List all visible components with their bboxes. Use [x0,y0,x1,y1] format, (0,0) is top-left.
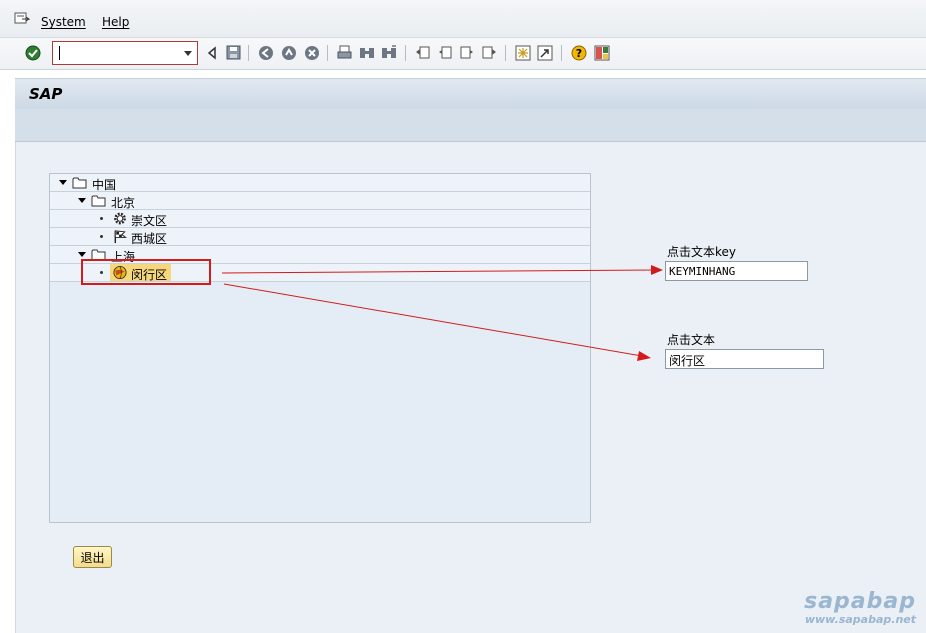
key-field[interactable]: KEYMINHANG [665,261,808,281]
tree-node-label: 中国 [92,178,117,192]
standard-toolbar: ? [0,38,926,70]
create-session-icon[interactable] [514,44,531,61]
expand-triangle-icon[interactable] [59,180,67,185]
back-arrow-icon[interactable] [203,44,220,61]
annotation-highlight-box [81,259,211,285]
menu-window-icon[interactable] [14,12,30,26]
menu-system[interactable]: System [41,15,86,29]
expand-triangle-icon[interactable] [78,252,86,257]
toolbar-separator [561,45,562,61]
screen-title-bar: SAP [15,78,926,109]
toolbar-separator [327,45,328,61]
back-icon[interactable] [257,44,274,61]
find-icon[interactable] [358,44,375,61]
toolbar-separator [505,45,506,61]
shortcut-icon[interactable] [536,44,553,61]
text-field-label: 点击文本 [667,333,716,347]
tree-node-label: 崇文区 [131,214,168,228]
leaf-bullet [100,235,103,238]
key-field-label: 点击文本key [667,245,737,259]
cancel-icon[interactable] [303,44,320,61]
svg-text:?: ? [575,47,581,60]
last-page-icon[interactable] [480,44,497,61]
gear-icon [114,212,126,225]
folder-icon [72,177,87,189]
chevron-down-icon[interactable] [184,51,192,56]
exit-button[interactable]: 退出 [73,546,112,568]
watermark: sapabap www.sapabap.net [804,590,916,626]
first-page-icon[interactable] [414,44,431,61]
tree-node-label: 北京 [111,196,136,210]
tree-node-chongwen[interactable]: 崇文区 [50,210,590,228]
menu-bar: System Help [0,0,926,38]
toolbar-separator [405,45,406,61]
folder-icon [91,195,106,207]
find-next-icon[interactable] [380,44,397,61]
tree-node-xicheng[interactable]: 西城区 [50,228,590,246]
print-icon[interactable] [336,44,353,61]
expand-triangle-icon[interactable] [78,198,86,203]
leaf-bullet [100,217,103,220]
layout-icon[interactable] [593,44,610,61]
help-icon[interactable]: ? [570,44,587,61]
command-field-caret [59,46,60,60]
previous-page-icon[interactable] [436,44,453,61]
menu-help[interactable]: Help [102,15,129,29]
tree-node-china[interactable]: 中国 [50,174,590,192]
page-title: SAP [29,85,63,103]
toolbar-separator [248,45,249,61]
tree-control[interactable]: 中国 北京 崇文区 西城区 上海 闵行区 [49,173,591,523]
text-field[interactable]: 闵行区 [665,349,824,369]
tree-node-beijing[interactable]: 北京 [50,192,590,210]
exit-icon[interactable] [280,44,297,61]
application-toolbar [15,109,926,142]
watermark-logo: sapabap [804,589,916,614]
watermark-url: www.sapabap.net [804,613,916,626]
flag-icon [114,230,128,244]
tree-node-label: 西城区 [131,232,168,246]
next-page-icon[interactable] [458,44,475,61]
save-icon[interactable] [225,44,242,61]
enter-icon[interactable] [24,44,41,61]
command-field[interactable] [52,41,198,65]
